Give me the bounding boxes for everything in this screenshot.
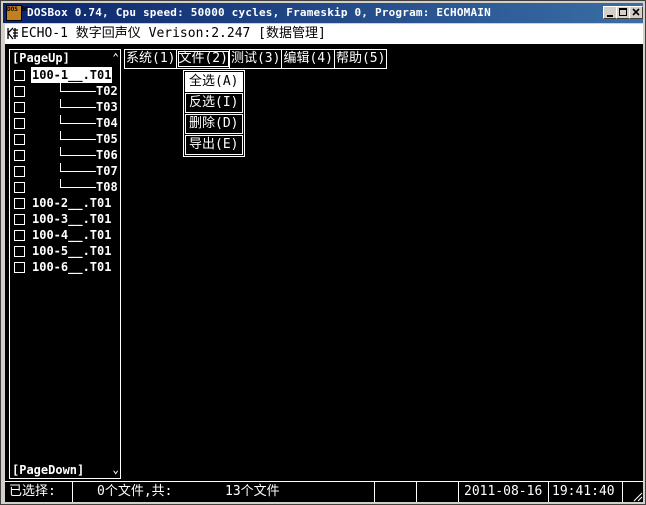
file-checkbox[interactable] [14, 230, 25, 241]
page-down-icon: ⌄ [112, 463, 119, 476]
page-down-button[interactable]: [PageDown] ⌄ [10, 462, 120, 478]
file-list-item[interactable]: 100-4__.T01 [10, 227, 120, 243]
file-checkbox[interactable] [14, 166, 25, 177]
file-name: 100-3__.T01 [32, 212, 112, 226]
window-title: DOSBox 0.74, Cpu speed: 50000 cycles, Fr… [27, 6, 491, 19]
file-list-item[interactable]: T04 [10, 115, 120, 131]
file-checkbox[interactable] [14, 214, 25, 225]
file-checkbox[interactable] [14, 182, 25, 193]
file-subitem-name: T06 [96, 148, 118, 162]
file-subitem-name: T03 [96, 100, 118, 114]
menu-item-invert-selection[interactable]: 反选(I) [185, 93, 243, 113]
page-up-icon: ⌃ [112, 51, 119, 64]
file-list-item[interactable]: T06 [10, 147, 120, 163]
file-list-item[interactable]: T05 [10, 131, 120, 147]
menu-test[interactable]: 测试(3) [230, 50, 283, 68]
resize-grip-icon[interactable] [631, 490, 643, 502]
file-list-item[interactable]: T03 [10, 99, 120, 115]
tree-branch-icon [60, 131, 96, 147]
file-name: 100-1__.T01 [31, 67, 113, 83]
file-checkbox[interactable] [14, 70, 25, 81]
menu-file[interactable]: 文件(2) [177, 50, 230, 68]
dos-screen: ECHO-1 数字回声仪 Verison:2.247 [数据管理] [PageU… [5, 24, 643, 502]
file-list-item[interactable]: 100-2__.T01 [10, 195, 120, 211]
file-name: 100-6__.T01 [32, 260, 112, 274]
file-list-item[interactable]: T02 [10, 83, 120, 99]
app-header-title: ECHO-1 数字回声仪 Verison:2.247 [数据管理] [21, 26, 326, 41]
file-checkbox[interactable] [14, 246, 25, 257]
status-selected-label: 已选择: [5, 482, 73, 502]
app-header: ECHO-1 数字回声仪 Verison:2.247 [数据管理] [5, 24, 643, 44]
status-date: 2011-08-16 [459, 482, 549, 502]
file-checkbox[interactable] [14, 118, 25, 129]
status-total: 13个文件 [225, 484, 280, 499]
page-down-label: [PageDown] [12, 463, 85, 477]
file-subitem-name: T07 [96, 164, 118, 178]
file-subitem-name: T02 [96, 84, 118, 98]
file-subitem-name: T08 [96, 180, 118, 194]
status-empty-1 [375, 482, 417, 502]
file-checkbox[interactable] [14, 262, 25, 273]
file-checkbox[interactable] [14, 150, 25, 161]
dosbox-icon[interactable]: DOS BOX [6, 5, 32, 21]
tree-branch-icon [60, 83, 96, 99]
file-list-item[interactable]: T07 [10, 163, 120, 179]
file-list-item[interactable]: 100-3__.T01 [10, 211, 120, 227]
file-name: 100-2__.T01 [32, 196, 112, 210]
file-name: 100-5__.T01 [32, 244, 112, 258]
tree-branch-icon [60, 163, 96, 179]
menu-edit[interactable]: 编辑(4) [282, 50, 335, 68]
title-bar[interactable]: DOS BOX DOSBox 0.74, Cpu speed: 50000 cy… [3, 3, 643, 23]
menu-item-delete[interactable]: 删除(D) [185, 114, 243, 134]
file-list-item[interactable]: 100-6__.T01 [10, 259, 120, 275]
status-empty-2 [417, 482, 459, 502]
maximize-icon[interactable] [616, 6, 630, 19]
file-checkbox[interactable] [14, 198, 25, 209]
status-file-count: 0个文件,共: 13个文件 [73, 482, 375, 502]
file-name: 100-4__.T01 [32, 228, 112, 242]
file-subitem-name: T05 [96, 132, 118, 146]
menu-item-select-all[interactable]: 全选(A) [185, 72, 243, 92]
file-dropdown-menu: 全选(A) 反选(I) 删除(D) 导出(E) [183, 70, 245, 157]
status-time: 19:41:40 [549, 482, 623, 502]
status-selected-count: 0个文件,共: [97, 484, 173, 499]
file-list-item[interactable]: 100-5__.T01 [10, 243, 120, 259]
file-list-panel: [PageUp] ⌃ 100-1__.T01 T02 T03 T04 T05 T06 T07… [9, 49, 121, 479]
file-checkbox[interactable] [14, 102, 25, 113]
tree-branch-icon [60, 99, 96, 115]
tree-branch-icon [60, 179, 96, 195]
menu-item-export[interactable]: 导出(E) [185, 135, 243, 155]
file-subitem-name: T04 [96, 116, 118, 130]
file-checkbox[interactable] [14, 86, 25, 97]
tree-branch-icon [60, 115, 96, 131]
dosbox-window: DOS BOX DOSBox 0.74, Cpu speed: 50000 cy… [0, 0, 646, 505]
menu-system[interactable]: 系统(1) [125, 50, 178, 68]
menu-help[interactable]: 帮助(5) [335, 50, 386, 68]
page-up-label: [PageUp] [12, 51, 70, 65]
file-list-item[interactable]: T08 [10, 179, 120, 195]
page-up-button[interactable]: [PageUp] ⌃ [10, 50, 120, 66]
app-logo-icon [7, 27, 18, 40]
minimize-icon[interactable] [603, 6, 617, 19]
file-checkbox[interactable] [14, 134, 25, 145]
menu-bar: 系统(1) 文件(2) 测试(3) 编辑(4) 帮助(5) [124, 49, 388, 69]
close-icon[interactable] [629, 6, 643, 19]
file-list-item[interactable]: 100-1__.T01 [10, 67, 120, 83]
status-bar: 已选择: 0个文件,共: 13个文件 2011-08-16 19:41:40 [5, 481, 643, 502]
tree-branch-icon [60, 147, 96, 163]
